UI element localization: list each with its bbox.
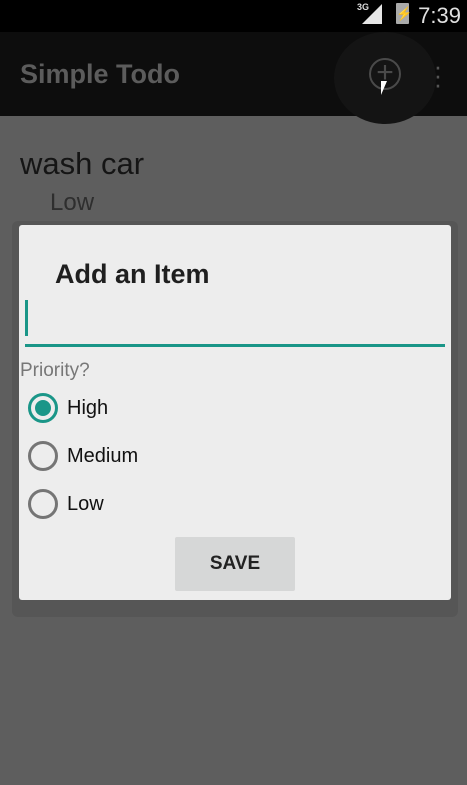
more-options-button[interactable]: · · · <box>430 53 446 97</box>
add-item-dialog: Add an Item Priority? High Medium Low SA… <box>19 225 451 600</box>
radio-label: Medium <box>67 444 139 467</box>
clock: 7:39 <box>418 3 461 28</box>
radio-label: Low <box>67 492 104 515</box>
dialog-title: Add an Item <box>55 259 210 289</box>
app-bar: Simple Todo + · · · <box>0 32 467 124</box>
radio-medium[interactable]: Medium <box>28 439 138 473</box>
todo-priority: Low <box>50 189 95 216</box>
radio-high[interactable]: High <box>28 391 108 425</box>
save-button[interactable]: SAVE <box>175 537 295 591</box>
signal-icon <box>362 4 382 24</box>
mouse-cursor <box>381 81 387 95</box>
todo-title: wash car <box>20 146 145 181</box>
radio-unchecked-icon <box>28 489 58 519</box>
radio-label: High <box>67 396 109 419</box>
radio-unchecked-icon <box>28 441 58 471</box>
radio-checked-icon <box>28 393 58 423</box>
status-bar: 3G ⚡ 7:39 <box>0 0 467 32</box>
more-vert-icon: · · · <box>433 51 443 99</box>
app-title: Simple Todo <box>20 59 180 89</box>
text-cursor <box>25 300 28 336</box>
priority-label: Priority? <box>20 360 90 381</box>
radio-low[interactable]: Low <box>28 487 104 521</box>
battery-charging-icon: ⚡ <box>396 3 412 24</box>
item-text-input[interactable] <box>25 297 445 347</box>
